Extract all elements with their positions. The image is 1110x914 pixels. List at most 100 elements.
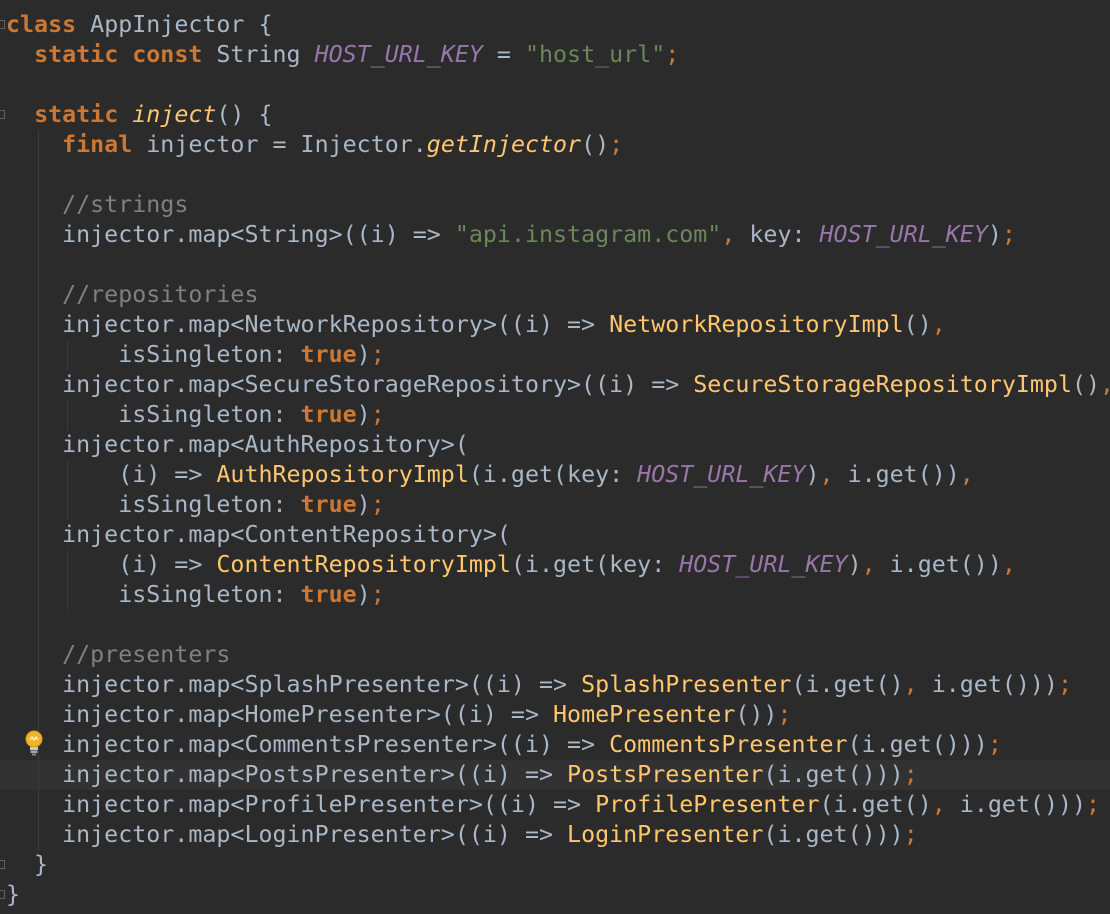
code-token: () xyxy=(903,311,932,338)
code-line[interactable] xyxy=(0,70,1110,100)
indent-guide xyxy=(67,400,68,430)
code-line[interactable]: injector.map<SecureStorageRepository>((i… xyxy=(0,370,1110,400)
code-line[interactable]: injector.map<LoginPresenter>((i) => Logi… xyxy=(0,820,1110,850)
code-line[interactable]: (i) => AuthRepositoryImpl(i.get(key: HOS… xyxy=(0,460,1110,490)
code-token: , xyxy=(1001,551,1016,578)
code-line[interactable] xyxy=(0,610,1110,640)
code-token: ; xyxy=(370,341,385,368)
code-line[interactable]: isSingleton: true); xyxy=(0,580,1110,610)
code-token: //strings xyxy=(62,191,189,218)
code-editor[interactable]: class AppInjector { static const String … xyxy=(0,0,1110,914)
code-token: , xyxy=(931,311,946,338)
code-token: ) xyxy=(847,551,862,578)
code-line[interactable]: static const String HOST_URL_KEY = "host… xyxy=(0,40,1110,70)
code-token: ContentRepositoryImpl xyxy=(216,551,511,578)
code-token: (i.get())) xyxy=(763,821,904,848)
code-line[interactable]: injector.map<String>((i) => "api.instagr… xyxy=(0,220,1110,250)
code-text: } xyxy=(6,880,20,910)
code-token: ; xyxy=(987,731,1002,758)
code-line[interactable]: } xyxy=(0,850,1110,880)
code-text: static inject() { xyxy=(6,100,272,130)
code-line[interactable]: injector.map<ContentRepository>( xyxy=(0,520,1110,550)
code-token: } xyxy=(6,851,49,878)
code-token: (i.get())) xyxy=(763,761,904,788)
code-text: isSingleton: true); xyxy=(6,400,385,430)
code-text: injector.map<HomePresenter>((i) => HomeP… xyxy=(6,700,791,730)
code-line[interactable]: injector.map<CommentsPresenter>((i) => C… xyxy=(0,730,1110,760)
code-token: PostsPresenter xyxy=(567,761,764,788)
code-token: true xyxy=(300,581,357,608)
code-token: injector.map<LoginPresenter>((i) => xyxy=(6,821,568,848)
code-line[interactable]: class AppInjector { xyxy=(0,10,1110,40)
indent-guide xyxy=(67,550,68,610)
code-line[interactable]: } xyxy=(0,880,1110,910)
code-line[interactable]: (i) => ContentRepositoryImpl(i.get(key: … xyxy=(0,550,1110,580)
code-token: , xyxy=(819,461,834,488)
code-token: ; xyxy=(609,131,624,158)
code-token: injector.map<SplashPresenter>((i) => xyxy=(6,671,582,698)
code-line[interactable] xyxy=(0,250,1110,280)
code-token: injector.map<ContentRepository>( xyxy=(6,521,511,548)
code-token: injector.map<HomePresenter>((i) => xyxy=(6,701,554,728)
indent-guide xyxy=(67,460,68,520)
fold-marker-icon[interactable] xyxy=(0,20,5,29)
fold-marker-icon[interactable] xyxy=(0,860,5,869)
code-token: () xyxy=(1071,371,1101,398)
code-token: ) xyxy=(356,491,371,518)
code-line[interactable]: isSingleton: true); xyxy=(0,490,1110,520)
code-line[interactable]: static inject() { xyxy=(0,100,1110,130)
code-token: i.get()) xyxy=(833,461,960,488)
fold-marker-icon[interactable] xyxy=(0,890,5,899)
code-token: NetworkRepositoryImpl xyxy=(609,311,904,338)
code-token: true xyxy=(300,341,357,368)
code-line[interactable]: injector.map<SplashPresenter>((i) => Spl… xyxy=(0,670,1110,700)
code-line[interactable]: injector.map<AuthRepository>( xyxy=(0,430,1110,460)
code-text: isSingleton: true); xyxy=(6,340,385,370)
code-line[interactable]: //repositories xyxy=(0,280,1110,310)
lightbulb-icon[interactable] xyxy=(22,729,46,757)
code-token: = xyxy=(482,41,525,68)
code-token: injector.map<CommentsPresenter>((i) => xyxy=(6,731,610,758)
code-token: //presenters xyxy=(62,641,231,668)
code-text: injector.map<CommentsPresenter>((i) => C… xyxy=(6,730,1002,760)
code-token: (i.get() xyxy=(791,671,904,698)
code-token: , xyxy=(959,461,974,488)
code-line[interactable]: isSingleton: true); xyxy=(0,400,1110,430)
code-line[interactable]: injector.map<HomePresenter>((i) => HomeP… xyxy=(0,700,1110,730)
code-line[interactable]: injector.map<ProfilePresenter>((i) => Pr… xyxy=(0,790,1110,820)
code-token: injector.map<ProfilePresenter>((i) => xyxy=(6,791,596,818)
code-line[interactable]: final injector = Injector.getInjector(); xyxy=(0,130,1110,160)
code-token: isSingleton: xyxy=(6,401,301,428)
code-token: ProfilePresenter xyxy=(595,791,820,818)
code-token: injector.map<String>((i) => xyxy=(6,221,455,248)
fold-marker-icon[interactable] xyxy=(0,110,5,119)
code-token: ()) xyxy=(735,701,778,728)
code-token: injector.map<AuthRepository>( xyxy=(6,431,469,458)
code-token: static xyxy=(34,101,119,128)
code-text: static const String HOST_URL_KEY = "host… xyxy=(6,40,679,70)
code-token: isSingleton: xyxy=(6,341,301,368)
code-text: injector.map<SplashPresenter>((i) => Spl… xyxy=(6,670,1072,700)
code-token: ) xyxy=(356,581,371,608)
code-line[interactable]: //strings xyxy=(0,190,1110,220)
code-line[interactable] xyxy=(0,160,1110,190)
code-line[interactable]: isSingleton: true); xyxy=(0,340,1110,370)
code-token: isSingleton: xyxy=(6,491,301,518)
code-text: injector.map<ProfilePresenter>((i) => Pr… xyxy=(6,790,1100,820)
code-token: ; xyxy=(903,761,918,788)
code-token: inject xyxy=(132,101,217,128)
code-line[interactable]: //presenters xyxy=(0,640,1110,670)
code-token: ; xyxy=(370,491,385,518)
code-token: ; xyxy=(1086,791,1101,818)
code-token: i.get())) xyxy=(917,671,1058,698)
code-line[interactable]: injector.map<NetworkRepository>((i) => N… xyxy=(0,310,1110,340)
code-text: (i) => ContentRepositoryImpl(i.get(key: … xyxy=(6,550,1016,580)
code-token: , xyxy=(903,671,918,698)
indent-guide xyxy=(67,340,68,370)
code-text: isSingleton: true); xyxy=(6,580,385,610)
code-token: ) xyxy=(356,341,371,368)
code-line[interactable]: injector.map<PostsPresenter>((i) => Post… xyxy=(0,760,1110,790)
